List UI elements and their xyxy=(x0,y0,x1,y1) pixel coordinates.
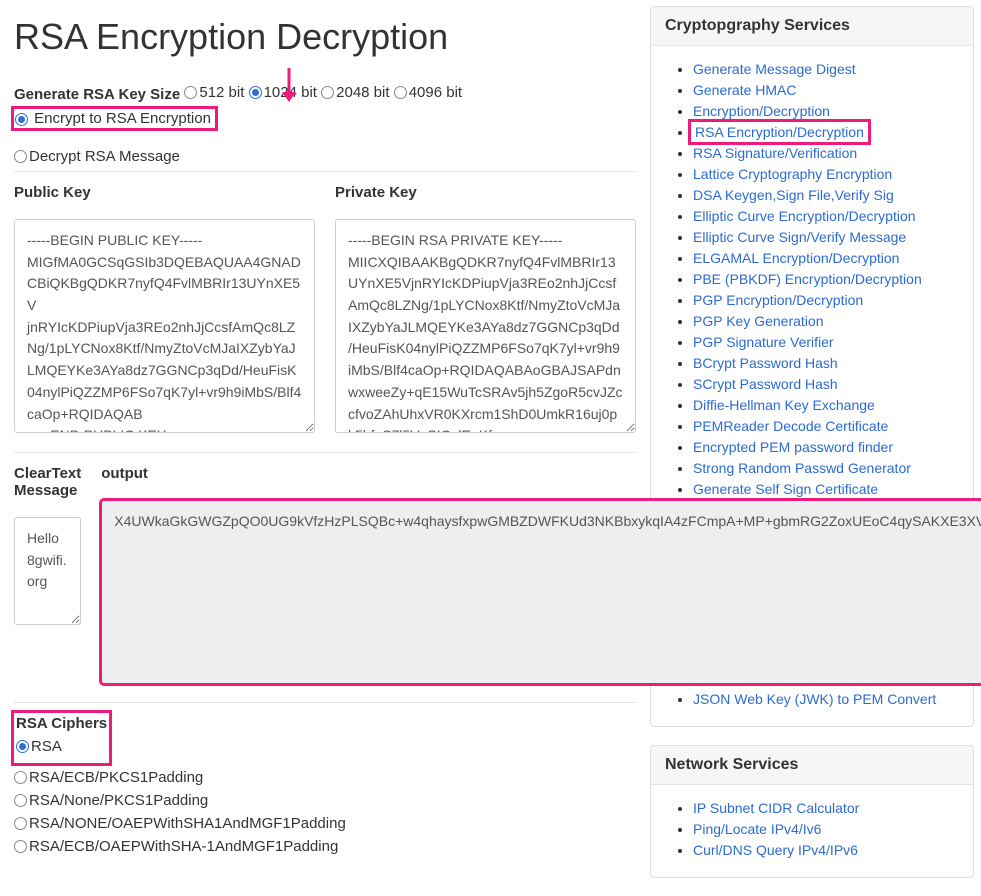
sidebar-item: JSON Web Key (JWK) to PEM Convert xyxy=(693,691,959,707)
public-key-textarea[interactable] xyxy=(14,219,315,433)
mode-option-decrypt[interactable]: Decrypt RSA Message xyxy=(14,148,636,165)
output-label: output xyxy=(101,465,981,482)
sidebar-link[interactable]: Curl/DNS Query IPv4/IPv6 xyxy=(693,842,858,858)
sidebar-item: RSA Signature/Verification xyxy=(693,145,959,161)
sidebar-item: Encrypted PEM password finder xyxy=(693,439,959,455)
radio-icon xyxy=(394,86,407,99)
keysize-label: Generate RSA Key Size xyxy=(14,86,180,103)
cipher-option-label: RSA xyxy=(31,738,62,755)
sidebar-item: Curl/DNS Query IPv4/IPv6 xyxy=(693,842,959,858)
radio-icon xyxy=(184,86,197,99)
output-textarea[interactable]: X4UWkaGkGWGZpQO0UG9kVfzHzPLSQBc+w4qhaysf… xyxy=(101,500,981,684)
sidebar-link[interactable]: JSON Web Key (JWK) to PEM Convert xyxy=(693,691,936,707)
radio-icon xyxy=(14,771,27,784)
sidebar-link[interactable]: Ping/Locate IPv4/Iv6 xyxy=(693,821,821,837)
sidebar-item: PBE (PBKDF) Encryption/Decryption xyxy=(693,271,959,287)
sidebar-link[interactable]: RSA Signature/Verification xyxy=(693,145,857,161)
divider xyxy=(14,171,636,172)
sidebar-item: Generate Message Digest xyxy=(693,61,959,77)
radio-icon xyxy=(14,817,27,830)
radio-icon xyxy=(14,150,27,163)
sidebar-item: Diffie-Hellman Key Exchange xyxy=(693,397,959,413)
cleartext-label: ClearText Message xyxy=(14,465,81,499)
keysize-option-512[interactable]: 512 bit xyxy=(184,84,244,101)
divider xyxy=(14,452,636,453)
private-key-label: Private Key xyxy=(335,184,636,201)
sidebar-item: Lattice Cryptography Encryption xyxy=(693,166,959,182)
crypto-services-title: Cryptopgraphy Services xyxy=(651,7,973,46)
sidebar-link[interactable]: Lattice Cryptography Encryption xyxy=(693,166,892,182)
sidebar-link[interactable]: ELGAMAL Encryption/Decryption xyxy=(693,250,899,266)
network-services-list: IP Subnet CIDR Calculator Ping/Locate IPv… xyxy=(665,800,959,858)
sidebar-link[interactable]: BCrypt Password Hash xyxy=(693,355,838,371)
sidebar-item: Elliptic Curve Sign/Verify Message xyxy=(693,229,959,245)
cipher-option-ecb-oaep-sha1[interactable]: RSA/ECB/OAEPWithSHA-1AndMGF1Padding xyxy=(14,838,636,855)
sidebar-link[interactable]: PBE (PBKDF) Encryption/Decryption xyxy=(693,271,922,287)
cipher-option-none-oaep-sha1[interactable]: RSA/NONE/OAEPWithSHA1AndMGF1Padding xyxy=(14,815,636,832)
cipher-option-label: RSA/None/PKCS1Padding xyxy=(29,792,208,809)
cleartext-textarea[interactable] xyxy=(14,517,81,625)
radio-icon xyxy=(14,794,27,807)
keysize-option-1024[interactable]: 1024 bit xyxy=(249,84,317,101)
radio-icon xyxy=(249,86,262,99)
radio-icon xyxy=(14,840,27,853)
sidebar-item: Ping/Locate IPv4/Iv6 xyxy=(693,821,959,837)
sidebar-link[interactable]: Encryption/Decryption xyxy=(693,103,830,119)
radio-icon xyxy=(16,740,29,753)
page-title: RSA Encryption Decryption xyxy=(14,16,636,58)
sidebar-item: PGP Signature Verifier xyxy=(693,334,959,350)
sidebar-item: DSA Keygen,Sign File,Verify Sig xyxy=(693,187,959,203)
public-key-label: Public Key xyxy=(14,184,315,201)
sidebar-link[interactable]: IP Subnet CIDR Calculator xyxy=(693,800,859,816)
radio-icon xyxy=(321,86,334,99)
sidebar-item: Encryption/Decryption xyxy=(693,103,959,119)
cipher-option-label: RSA/ECB/PKCS1Padding xyxy=(29,769,203,786)
radio-icon xyxy=(15,113,28,126)
keysize-option-label: 4096 bit xyxy=(409,84,462,101)
sidebar-link[interactable]: Generate HMAC xyxy=(693,82,796,98)
network-services-panel: Network Services IP Subnet CIDR Calculat… xyxy=(650,745,974,878)
sidebar-item: BCrypt Password Hash xyxy=(693,355,959,371)
keysize-option-label: 1024 bit xyxy=(264,84,317,101)
keysize-option-label: 512 bit xyxy=(199,84,244,101)
cipher-option-rsa[interactable]: RSA xyxy=(16,738,107,755)
sidebar-link[interactable]: DSA Keygen,Sign File,Verify Sig xyxy=(693,187,894,203)
sidebar-link[interactable]: PGP Signature Verifier xyxy=(693,334,834,350)
sidebar-link[interactable]: RSA Encryption/Decryption xyxy=(693,124,866,140)
mode-option-label: Encrypt to RSA Encryption xyxy=(34,110,211,127)
cipher-option-ecb-pkcs1[interactable]: RSA/ECB/PKCS1Padding xyxy=(14,769,636,786)
keysize-option-label: 2048 bit xyxy=(336,84,389,101)
sidebar-item: PEMReader Decode Certificate xyxy=(693,418,959,434)
sidebar-link[interactable]: Elliptic Curve Encryption/Decryption xyxy=(693,208,916,224)
keysize-option-4096[interactable]: 4096 bit xyxy=(394,84,462,101)
sidebar-item: RSA Encryption/Decryption xyxy=(693,124,959,140)
sidebar-item: Generate HMAC xyxy=(693,82,959,98)
sidebar-link[interactable]: Elliptic Curve Sign/Verify Message xyxy=(693,229,906,245)
cipher-option-label: RSA/NONE/OAEPWithSHA1AndMGF1Padding xyxy=(29,815,346,832)
sidebar-link[interactable]: PGP Key Generation xyxy=(693,313,823,329)
sidebar-link[interactable]: Encrypted PEM password finder xyxy=(693,439,893,455)
sidebar-item: ELGAMAL Encryption/Decryption xyxy=(693,250,959,266)
private-key-textarea[interactable] xyxy=(335,219,636,433)
cipher-option-none-pkcs1[interactable]: RSA/None/PKCS1Padding xyxy=(14,792,636,809)
sidebar-item: Elliptic Curve Encryption/Decryption xyxy=(693,208,959,224)
sidebar-link[interactable]: PGP Encryption/Decryption xyxy=(693,292,863,308)
mode-option-encrypt[interactable]: Encrypt to RSA Encryption xyxy=(14,109,215,128)
sidebar-item: PGP Encryption/Decryption xyxy=(693,292,959,308)
keysize-row: Generate RSA Key Size 512 bit 1024 bit 2… xyxy=(14,84,636,103)
sidebar-link[interactable]: Diffie-Hellman Key Exchange xyxy=(693,397,875,413)
divider xyxy=(14,702,636,703)
sidebar-item: SCrypt Password Hash xyxy=(693,376,959,392)
sidebar-item: IP Subnet CIDR Calculator xyxy=(693,800,959,816)
keysize-option-2048[interactable]: 2048 bit xyxy=(321,84,389,101)
mode-option-label: Decrypt RSA Message xyxy=(29,148,180,165)
sidebar-link[interactable]: Generate Message Digest xyxy=(693,61,856,77)
ciphers-label: RSA Ciphers xyxy=(16,715,107,734)
cipher-option-label: RSA/ECB/OAEPWithSHA-1AndMGF1Padding xyxy=(29,838,338,855)
network-services-title: Network Services xyxy=(651,746,973,785)
sidebar-link[interactable]: SCrypt Password Hash xyxy=(693,376,838,392)
sidebar-link[interactable]: PEMReader Decode Certificate xyxy=(693,418,888,434)
sidebar-item: PGP Key Generation xyxy=(693,313,959,329)
